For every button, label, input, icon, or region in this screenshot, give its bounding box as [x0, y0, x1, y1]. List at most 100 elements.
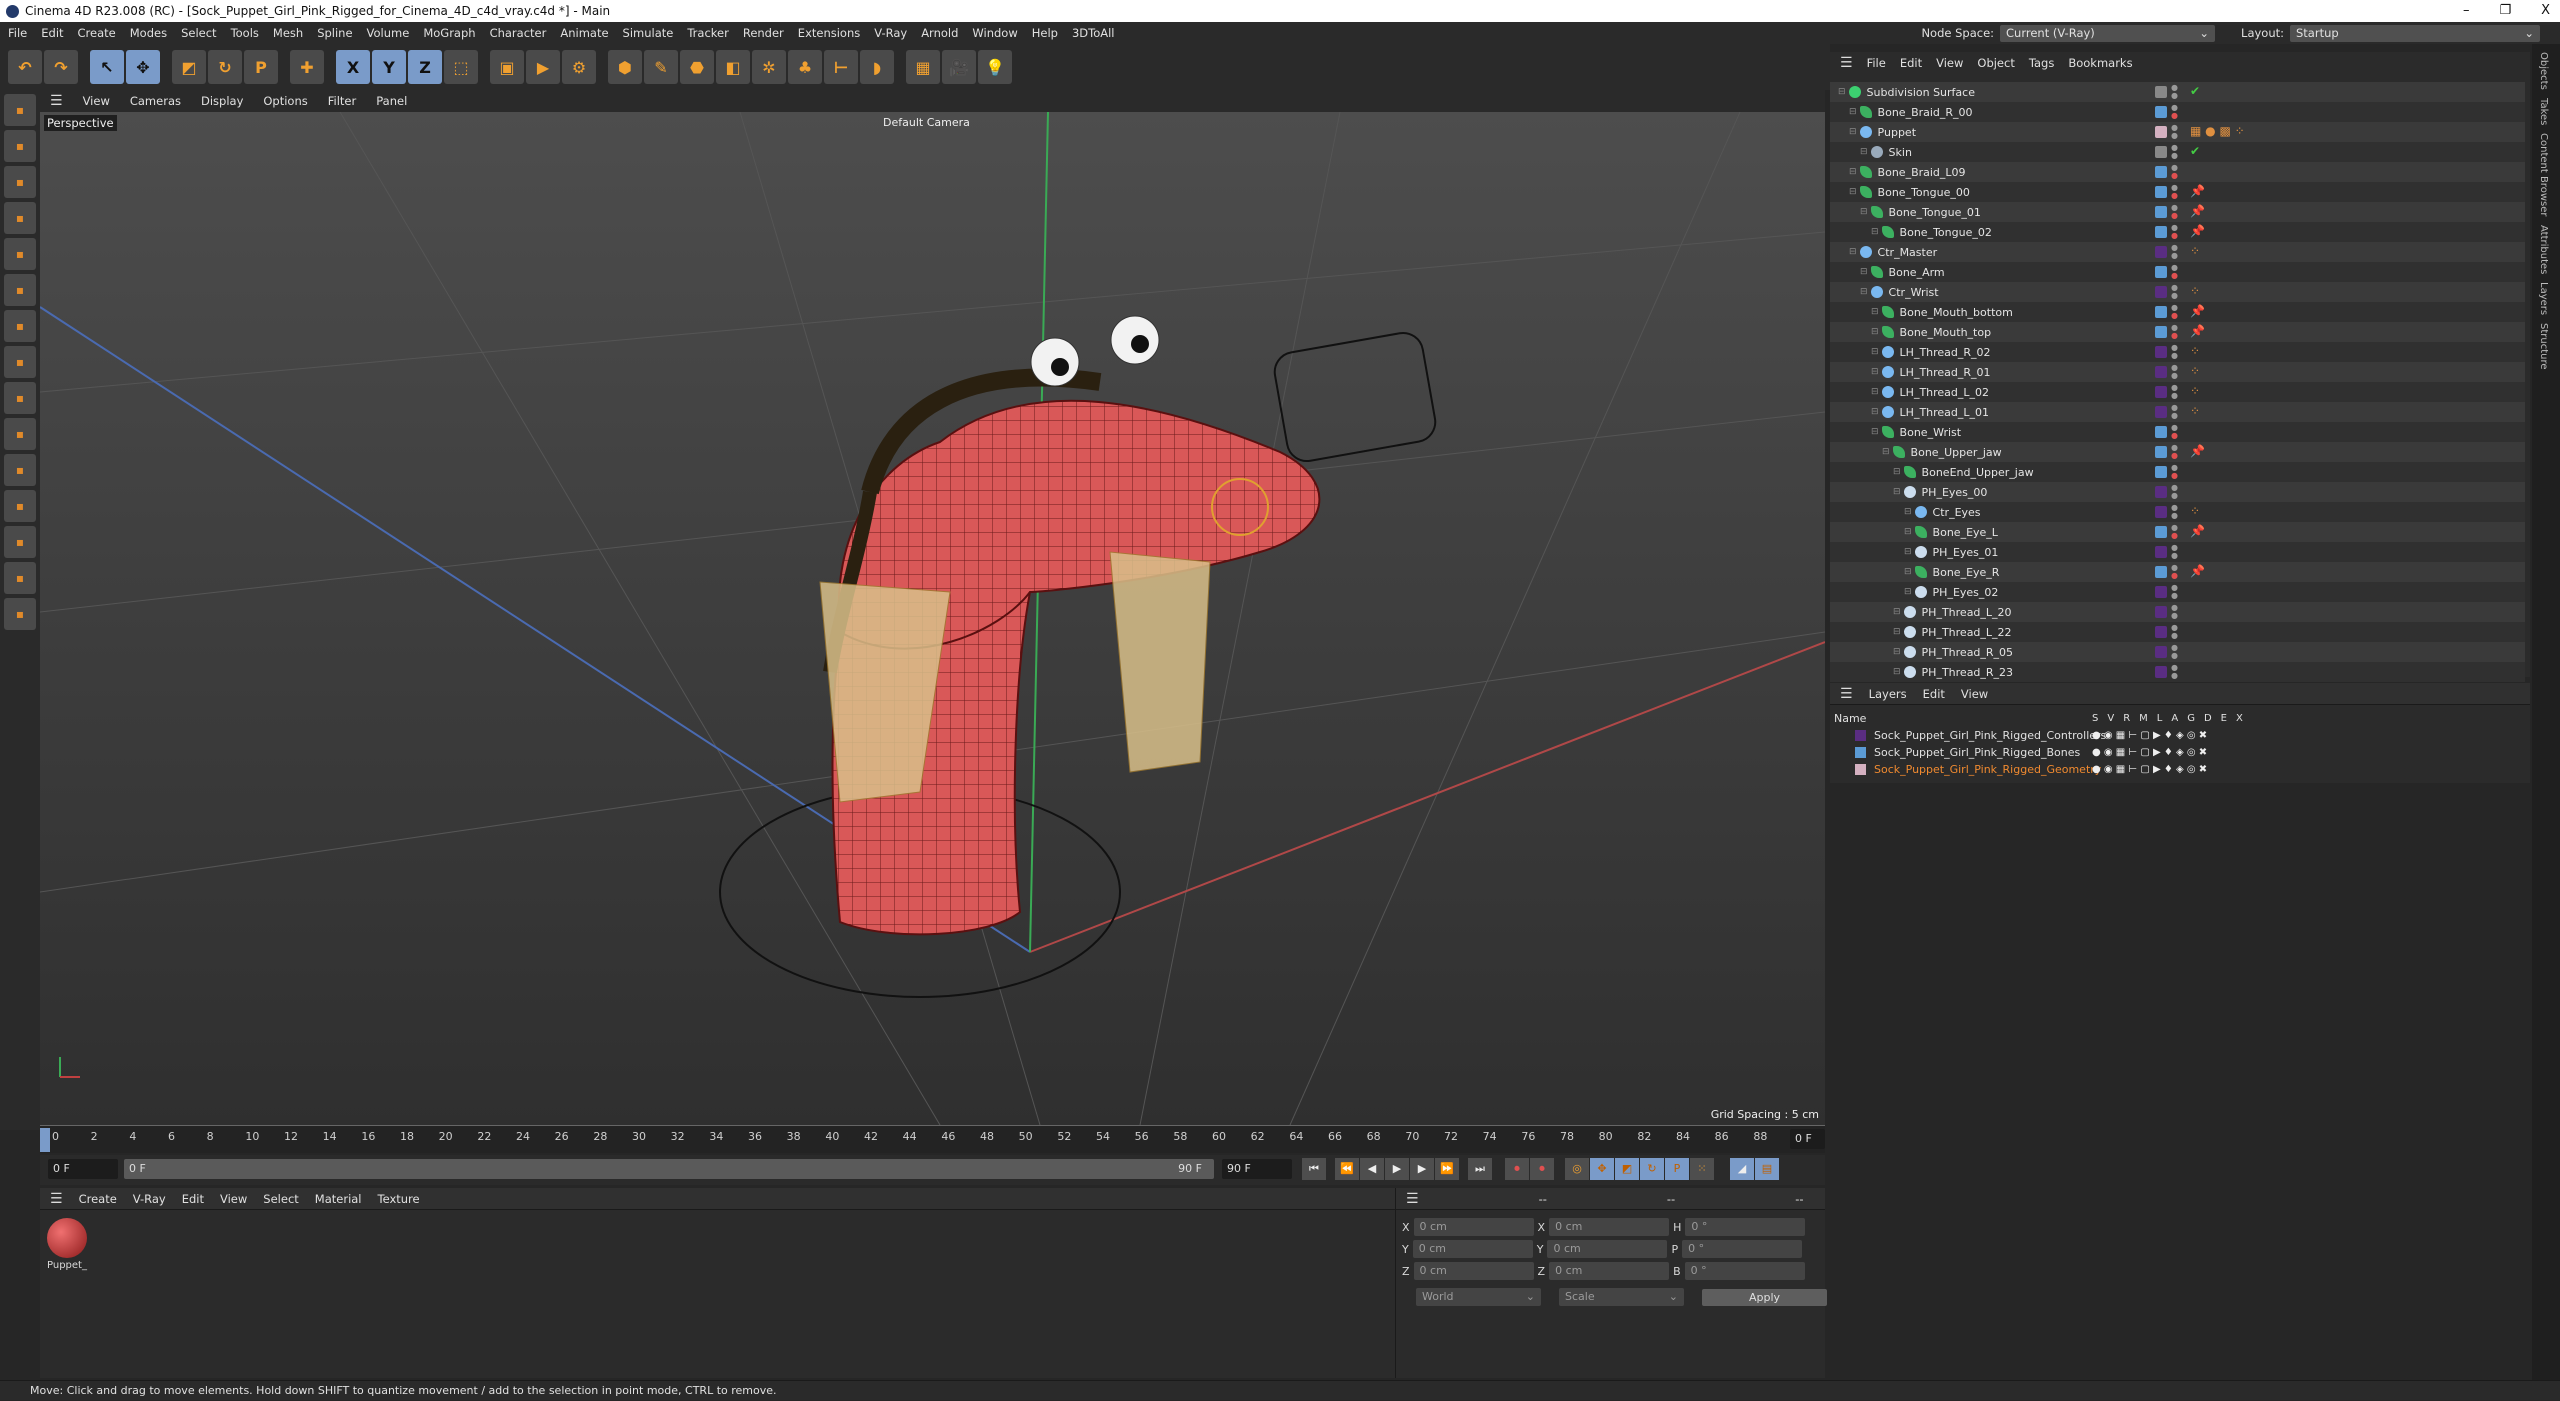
- expand-toggle-icon[interactable]: ⊟: [1893, 487, 1901, 497]
- hamburger-icon[interactable]: ☰: [1840, 55, 1853, 71]
- visibility-dots-icon[interactable]: ● ●: [2171, 544, 2178, 560]
- menu-mograph[interactable]: MoGraph: [423, 26, 475, 40]
- object-tags[interactable]: ⁘: [2190, 404, 2200, 418]
- object-tags[interactable]: 📌: [2190, 204, 2205, 218]
- layer-color-swatch[interactable]: [2155, 506, 2167, 518]
- render-settings-button[interactable]: ⚙: [562, 50, 596, 84]
- expand-toggle-icon[interactable]: ⊟: [1860, 287, 1868, 297]
- expand-toggle-icon[interactable]: ⊟: [1904, 547, 1912, 557]
- keyframe-selection-icon[interactable]: ◎: [1565, 1158, 1589, 1180]
- coord-system-button[interactable]: ⬚: [444, 50, 478, 84]
- visibility-dots-icon[interactable]: ● ●: [2171, 584, 2178, 600]
- camera-label[interactable]: Default Camera: [883, 116, 970, 129]
- object-menu-edit[interactable]: Edit: [1900, 56, 1922, 70]
- key-pla-icon[interactable]: ⁙: [1690, 1158, 1714, 1180]
- layer-color-swatch[interactable]: [2155, 486, 2167, 498]
- layer-color-swatch[interactable]: [2155, 86, 2167, 98]
- material-menu-view[interactable]: View: [220, 1192, 247, 1206]
- material-menu-texture[interactable]: Texture: [378, 1192, 420, 1206]
- object-row[interactable]: ⊟ Bone_Eye_R ● ● 📌: [1830, 562, 2525, 582]
- goto-start-button[interactable]: ⏮: [1302, 1158, 1326, 1180]
- move-button[interactable]: ✥: [126, 50, 160, 84]
- mograph-button[interactable]: ✲: [752, 50, 786, 84]
- object-tags[interactable]: ⁘: [2190, 344, 2200, 358]
- menu-arnold[interactable]: Arnold: [921, 26, 958, 40]
- key-rotation-icon[interactable]: ↻: [1640, 1158, 1664, 1180]
- layer-color-swatch[interactable]: [2155, 286, 2167, 298]
- layer-color-swatch[interactable]: [2155, 106, 2167, 118]
- grid-icon[interactable]: ▪: [4, 526, 36, 558]
- object-row[interactable]: ⊟ LH_Thread_R_01 ● ● ⁘: [1830, 362, 2525, 382]
- layer-menu-edit[interactable]: Edit: [1923, 687, 1945, 701]
- extrude-button[interactable]: ◧: [716, 50, 750, 84]
- expand-toggle-icon[interactable]: ⊟: [1871, 307, 1879, 317]
- menu-animate[interactable]: Animate: [560, 26, 608, 40]
- object-row[interactable]: ⊟ Ctr_Eyes ● ● ⁘: [1830, 502, 2525, 522]
- layer-menu-view[interactable]: View: [1961, 687, 1988, 701]
- object-row[interactable]: ⊟ PH_Eyes_02 ● ●: [1830, 582, 2525, 602]
- object-row[interactable]: ⊟ Bone_Eye_L ● ● 📌: [1830, 522, 2525, 542]
- expand-toggle-icon[interactable]: ⊟: [1893, 467, 1901, 477]
- layer-color-swatch[interactable]: [2155, 446, 2167, 458]
- coord-mode-dropdown[interactable]: World ⌄: [1416, 1288, 1541, 1306]
- visibility-dots-icon[interactable]: ● ●: [2171, 444, 2178, 460]
- layer-color-swatch[interactable]: [2155, 606, 2167, 618]
- object-row[interactable]: ⊟ Puppet ● ● ▦ ● ▩ ⁘: [1830, 122, 2525, 142]
- object-row[interactable]: ⊟ Bone_Braid_L09 ● ●: [1830, 162, 2525, 182]
- menu-mesh[interactable]: Mesh: [273, 26, 303, 40]
- expand-toggle-icon[interactable]: ⊟: [1860, 207, 1868, 217]
- points-mode-icon[interactable]: ▪: [4, 202, 36, 234]
- material-menu-material[interactable]: Material: [315, 1192, 362, 1206]
- menu-extensions[interactable]: Extensions: [798, 26, 860, 40]
- expand-toggle-icon[interactable]: ⊟: [1849, 247, 1857, 257]
- visibility-dots-icon[interactable]: ● ●: [2171, 404, 2178, 420]
- visibility-dots-icon[interactable]: ● ●: [2171, 524, 2178, 540]
- 3d-viewport[interactable]: Perspective Default Camera Grid Spacing …: [40, 112, 1825, 1125]
- visibility-dots-icon[interactable]: ● ●: [2171, 344, 2178, 360]
- play-button[interactable]: ▶: [1385, 1158, 1409, 1180]
- minimize-button[interactable]: –: [2463, 0, 2470, 22]
- expand-toggle-icon[interactable]: ⊟: [1860, 267, 1868, 277]
- scale-mode-dropdown[interactable]: Scale ⌄: [1559, 1288, 1684, 1306]
- key-param-icon[interactable]: P: [1665, 1158, 1689, 1180]
- material-menu-vray[interactable]: V-Ray: [133, 1192, 166, 1206]
- object-row[interactable]: ⊟ PH_Thread_R_23 ● ●: [1830, 662, 2525, 682]
- layer-row[interactable]: Sock_Puppet_Girl_Pink_Rigged_Geometry ● ◉…: [1830, 761, 2530, 778]
- object-row[interactable]: ⊟ Bone_Tongue_00 ● ● 📌: [1830, 182, 2525, 202]
- menu-tracker[interactable]: Tracker: [687, 26, 729, 40]
- layer-color-swatch[interactable]: [2155, 526, 2167, 538]
- material-menu-create[interactable]: Create: [79, 1192, 117, 1206]
- menu-select[interactable]: Select: [181, 26, 216, 40]
- cloner-button[interactable]: ♣: [788, 50, 822, 84]
- visibility-dots-icon[interactable]: ● ●: [2171, 564, 2178, 580]
- object-row[interactable]: ⊟ Bone_Mouth_bottom ● ● 📌: [1830, 302, 2525, 322]
- visibility-dots-icon[interactable]: ● ●: [2171, 144, 2178, 160]
- object-tags[interactable]: ⁘: [2190, 284, 2200, 298]
- cube-button[interactable]: ⬢: [608, 50, 642, 84]
- menu-character[interactable]: Character: [490, 26, 547, 40]
- layout-dropdown[interactable]: Startup ⌄: [2290, 24, 2540, 42]
- coord-field[interactable]: 0 cm: [1549, 1262, 1670, 1280]
- layer-color-swatch[interactable]: [2155, 326, 2167, 338]
- object-tags[interactable]: 📌: [2190, 324, 2205, 338]
- material-puppet[interactable]: Puppet_: [45, 1218, 89, 1271]
- field-button[interactable]: ◗: [860, 50, 894, 84]
- object-tags[interactable]: 📌: [2190, 564, 2205, 578]
- visibility-dots-icon[interactable]: ● ●: [2171, 664, 2178, 680]
- object-tags[interactable]: ⁘: [2190, 384, 2200, 398]
- redo-button[interactable]: ↷: [44, 50, 78, 84]
- visibility-dots-icon[interactable]: ● ●: [2171, 284, 2178, 300]
- object-row[interactable]: ⊟ PH_Thread_L_20 ● ●: [1830, 602, 2525, 622]
- layer-color-swatch[interactable]: [2155, 626, 2167, 638]
- object-row[interactable]: ⊟ PH_Eyes_00 ● ●: [1830, 482, 2525, 502]
- hamburger-icon[interactable]: ☰: [1406, 1191, 1419, 1207]
- tab-structure[interactable]: Structure: [2538, 323, 2549, 370]
- goto-end-button[interactable]: ⏭: [1468, 1158, 1492, 1180]
- axis-icon[interactable]: ▪: [4, 346, 36, 378]
- expand-toggle-icon[interactable]: ⊟: [1871, 327, 1879, 337]
- object-row[interactable]: ⊟ Skin ● ● ✔: [1830, 142, 2525, 162]
- tab-attributes[interactable]: Attributes: [2538, 225, 2549, 274]
- expand-toggle-icon[interactable]: ⊟: [1860, 147, 1868, 157]
- object-row[interactable]: ⊟ Bone_Tongue_01 ● ● 📌: [1830, 202, 2525, 222]
- coord-field[interactable]: 0 cm: [1413, 1262, 1534, 1280]
